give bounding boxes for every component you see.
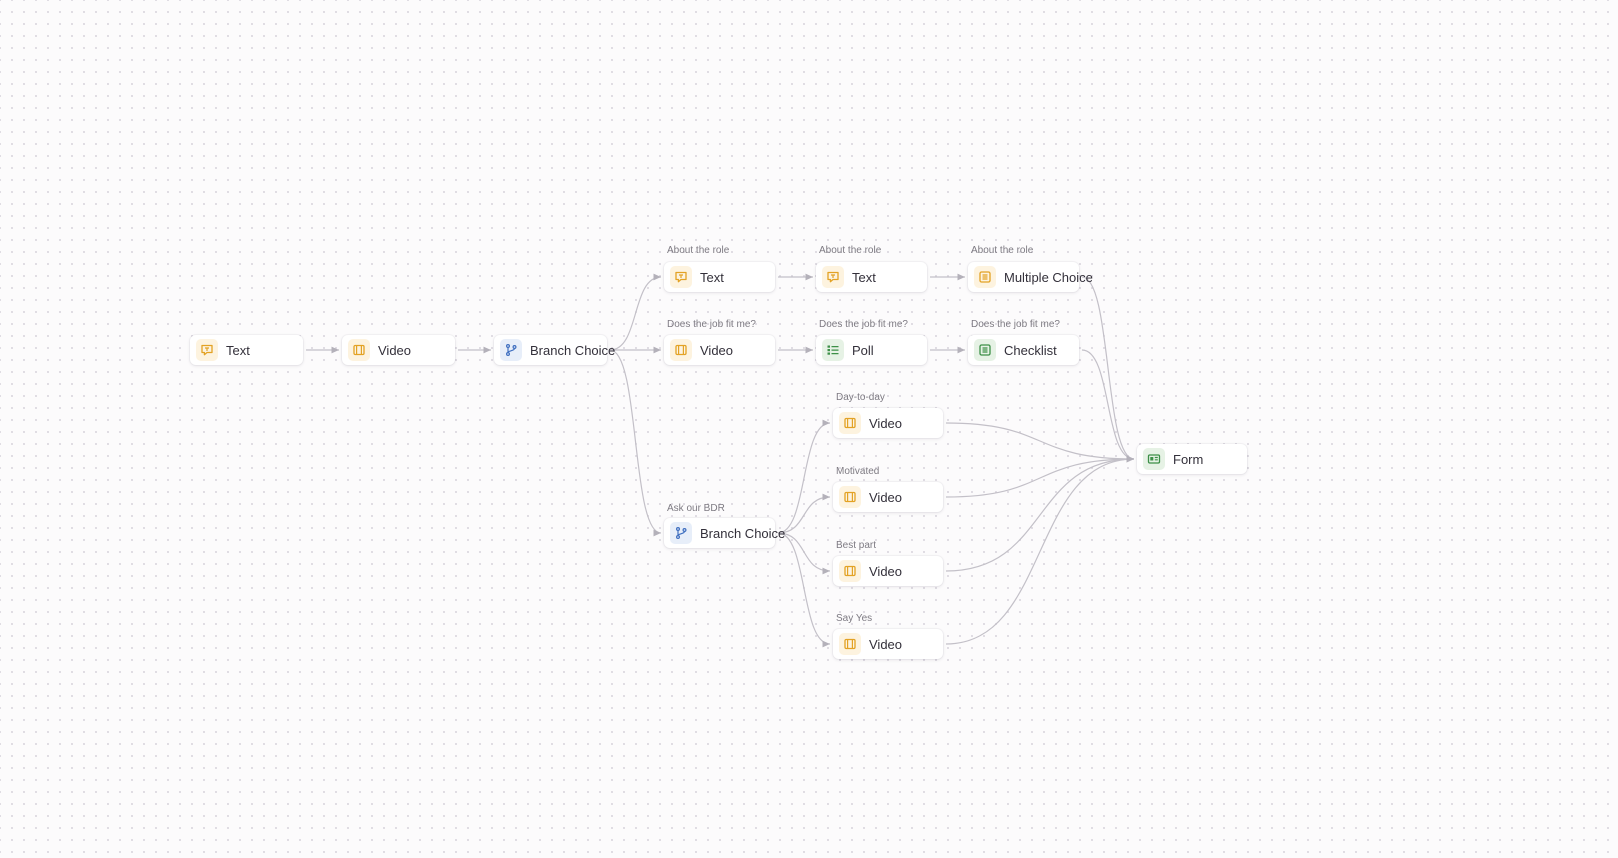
- checklist-icon: [974, 339, 996, 361]
- edge-n13-n15: [945, 455, 1135, 572]
- film-icon: [839, 560, 861, 582]
- message-square-icon: [670, 266, 692, 288]
- edge-n10-n13: [777, 532, 831, 575]
- node-caption: About the role: [667, 245, 730, 256]
- node-caption: Does the job fit me?: [819, 319, 908, 330]
- node-label: Multiple Choice: [1004, 269, 1093, 285]
- node-video[interactable]: Video: [664, 335, 775, 365]
- node-label: Branch Choice: [700, 525, 786, 541]
- film-icon: [839, 633, 861, 655]
- node-video[interactable]: Video: [342, 335, 455, 365]
- node-caption: Say Yes: [836, 613, 873, 624]
- node-label: Text: [700, 269, 724, 285]
- edge-n10-n12: [777, 493, 831, 534]
- node-label: Text: [852, 269, 876, 285]
- node-video[interactable]: Video: [833, 629, 943, 659]
- film-icon: [839, 486, 861, 508]
- edge-n14-n15: [945, 455, 1135, 645]
- node-label: Poll: [852, 342, 874, 358]
- edge-layer: [306, 273, 1135, 648]
- node-multiple-choice[interactable]: Multiple Choice: [968, 262, 1093, 292]
- node-label: Video: [700, 342, 734, 358]
- edge-n3-n4: [609, 273, 662, 351]
- node-label: Video: [869, 563, 903, 579]
- node-text[interactable]: Text: [664, 262, 775, 292]
- edge-n3-n10: [609, 349, 662, 537]
- film-icon: [348, 339, 370, 361]
- node-caption: Best part: [836, 540, 877, 551]
- film-icon: [839, 412, 861, 434]
- node-branch-choice[interactable]: Branch Choice: [664, 518, 785, 548]
- node-video[interactable]: Video: [833, 556, 943, 586]
- message-square-icon: [822, 266, 844, 288]
- node-label: Checklist: [1004, 342, 1057, 358]
- edge-n10-n14: [777, 532, 831, 648]
- node-caption: About the role: [971, 245, 1034, 256]
- git-branch-icon: [670, 522, 692, 544]
- node-text-start[interactable]: Text: [190, 335, 303, 365]
- node-video[interactable]: Video: [833, 482, 943, 512]
- edge-n10-n11: [777, 419, 831, 534]
- node-form[interactable]: Form: [1137, 444, 1247, 474]
- film-icon: [670, 339, 692, 361]
- node-caption: About the role: [819, 245, 882, 256]
- node-label: Video: [869, 636, 903, 652]
- node-label: Form: [1173, 451, 1204, 467]
- node-caption: Day-to-day: [836, 392, 885, 403]
- poll-list-icon: [822, 339, 844, 361]
- edge-n11-n15: [945, 422, 1135, 463]
- node-caption: Does the job fit me?: [667, 319, 756, 330]
- node-poll[interactable]: Poll: [816, 335, 927, 365]
- list-box-icon: [974, 266, 996, 288]
- node-label: Video: [869, 415, 903, 431]
- flow-canvas[interactable]: Text Video Branch Choice About the role …: [0, 0, 1618, 858]
- git-branch-icon: [500, 339, 522, 361]
- node-checklist[interactable]: Checklist: [968, 335, 1079, 365]
- node-caption: Motivated: [836, 466, 880, 477]
- message-square-icon: [196, 339, 218, 361]
- node-label: Video: [378, 342, 412, 358]
- form-card-icon: [1143, 448, 1165, 470]
- node-caption: Ask our BDR: [667, 503, 725, 514]
- node-video[interactable]: Video: [833, 408, 943, 438]
- node-label: Branch Choice: [530, 342, 616, 358]
- edge-n6-n15: [1081, 276, 1135, 463]
- node-caption: Does the job fit me?: [971, 319, 1060, 330]
- node-label: Text: [226, 342, 250, 358]
- node-text[interactable]: Text: [816, 262, 927, 292]
- node-label: Video: [869, 489, 903, 505]
- node-branch-choice[interactable]: Branch Choice: [494, 335, 615, 365]
